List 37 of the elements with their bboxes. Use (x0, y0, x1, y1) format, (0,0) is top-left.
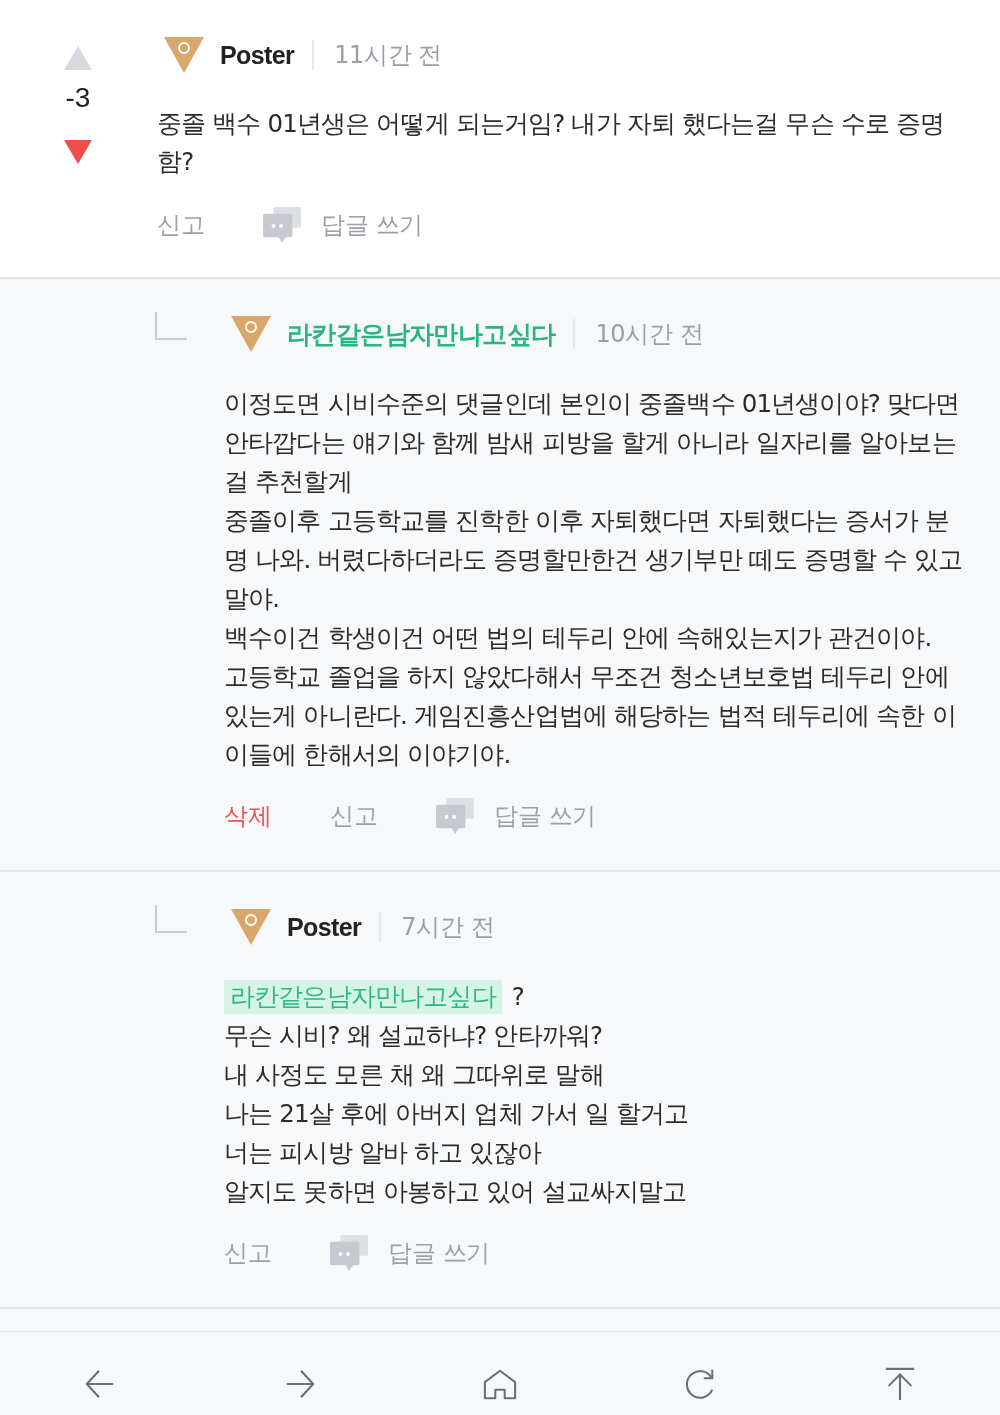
comment-text: 중졸이후 고등학교를 진학한 이후 자퇴했다면 자퇴했다는 증서가 분명 나와. 버렸다하더라도 증명할만한건 생기부만 떼도 증명할 수 있고 말야. (224, 505, 964, 615)
comment-text: 나는 21살 후에 아버지 업체 가서 일 할거고 (224, 1098, 690, 1130)
reply-button[interactable]: 답글 쓰기 (263, 207, 423, 243)
comment-time: 11시간 전 (334, 40, 442, 71)
reply-indent-icon (155, 905, 187, 933)
comment-text: ? (511, 981, 524, 1013)
reply-indent-icon (155, 312, 187, 340)
comment-text: 너는 피시방 알바 하고 있잖아 (224, 1137, 543, 1169)
comment-text: 무슨 시비? 왜 설교하냐? 안타까워? (224, 1020, 604, 1052)
vote-score: -3 (65, 81, 91, 115)
comment-time: 10시간 전 (595, 319, 704, 350)
chat-bubbles-icon (330, 1235, 369, 1271)
chat-bubbles-icon (263, 207, 302, 243)
comment-text: 내 사정도 모른 채 왜 그따위로 말해 (224, 1059, 605, 1091)
level-badge-icon (231, 316, 271, 352)
report-button[interactable]: 신고 (224, 1237, 272, 1269)
comment-text: 알지도 못하면 아봉하고 있어 설교싸지말고 (224, 1176, 688, 1208)
mention-link[interactable]: 라칸같은남자만나고싶다 (224, 979, 502, 1014)
author-name[interactable]: Poster (220, 40, 295, 70)
reply-button[interactable]: 답글 쓰기 (330, 1235, 490, 1271)
author-name[interactable]: 라칸같은남자만나고싶다 (287, 317, 556, 351)
comment-time: 7시간 전 (401, 912, 495, 943)
comment-text: 백수이건 학생이건 어떤 법의 테두리 안에 속해있는지가 관건이야. (224, 622, 933, 654)
level-badge-icon (164, 37, 204, 73)
comment-text: 이정도면 시비수준의 댓글인데 본인이 중졸백수 01년생이야? 맞다면 안타깝다는 얘기와 함께 밤새 피방을 할게 아니라 일자리를 알아보는 걸 추천할게 (224, 388, 961, 498)
downvote-icon[interactable] (64, 140, 92, 164)
scroll-to-top-icon[interactable] (883, 1367, 917, 1401)
reply-button[interactable]: 답글 쓰기 (436, 798, 597, 834)
report-button[interactable]: 신고 (330, 800, 378, 832)
level-badge-icon (231, 909, 271, 945)
comment-text: 고등학교 졸업을 하지 않았다해서 무조건 청소년보호법 테두리 안에 있는게 아니란다. 게임진흥산업법에 해당하는 법적 테두리에 속한 이이들에 한해서의 이야기야. (224, 661, 957, 771)
home-icon[interactable] (483, 1367, 517, 1401)
author-name[interactable]: Poster (287, 912, 362, 942)
report-button[interactable]: 신고 (157, 209, 205, 241)
delete-button[interactable]: 삭제 (224, 800, 272, 832)
comment-text: 중졸 백수 01년생은 어떻게 되는거임? 내가 자퇴 했다는걸 무슨 수로 증명함? (157, 108, 946, 178)
chat-bubbles-icon (436, 798, 475, 834)
